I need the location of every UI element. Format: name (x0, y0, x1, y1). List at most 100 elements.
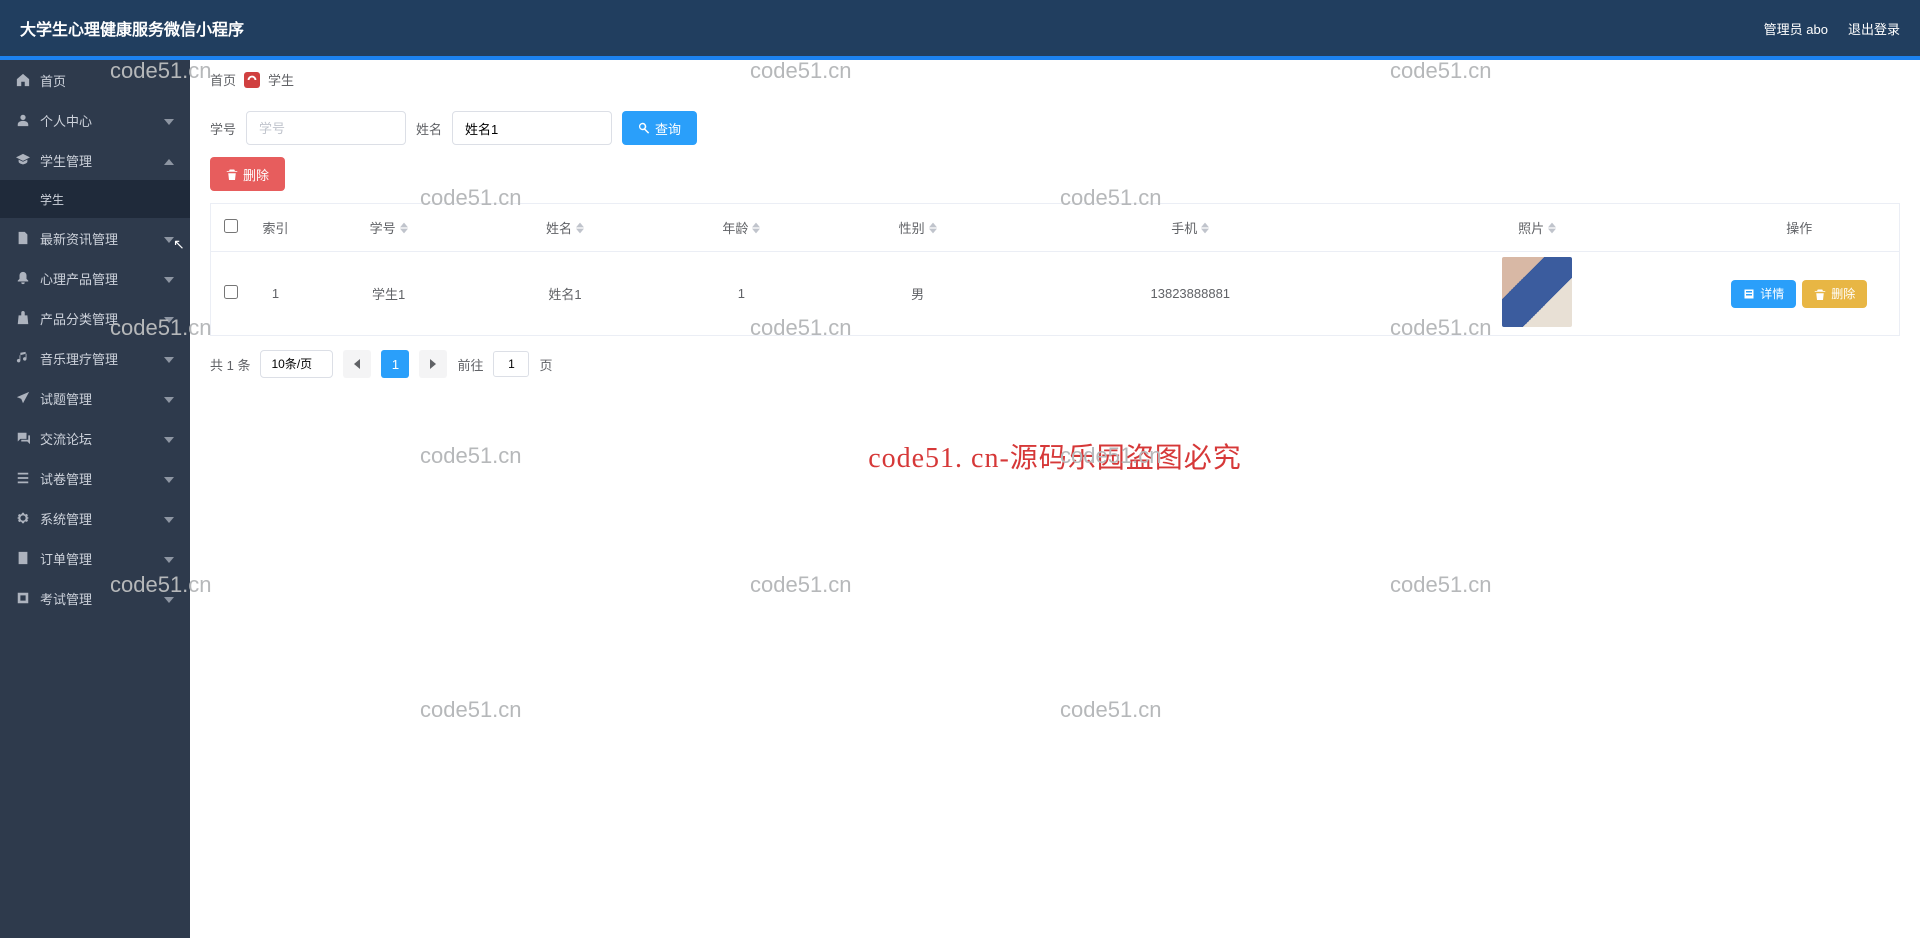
query-button[interactable]: 查询 (622, 111, 697, 145)
table-row: 1 学生1 姓名1 1 男 13823888881 详情 删除 (211, 252, 1900, 336)
batch-delete-button[interactable]: 删除 (210, 157, 285, 191)
sort-icon[interactable] (929, 222, 937, 234)
chevron-down-icon (164, 353, 174, 363)
chevron-down-icon (164, 313, 174, 323)
chevron-down-icon (164, 393, 174, 403)
bag-icon (16, 311, 30, 325)
chevron-down-icon (164, 513, 174, 523)
search-icon (638, 122, 650, 134)
sidebar-item-label: 心理产品管理 (40, 269, 118, 288)
sidebar-item-12[interactable]: 考试管理 (0, 578, 190, 618)
row-checkbox[interactable] (224, 285, 238, 299)
chevron-right-icon (428, 359, 438, 369)
plane-icon (16, 391, 30, 405)
chevron-left-icon (352, 359, 362, 369)
sidebar-item-label: 系统管理 (40, 509, 92, 528)
sort-icon[interactable] (752, 222, 760, 234)
grad-icon (16, 153, 30, 167)
th-age[interactable]: 年龄 (722, 218, 748, 237)
th-photo[interactable]: 照片 (1518, 218, 1544, 237)
th-gender[interactable]: 性别 (899, 218, 925, 237)
chevron-down-icon (164, 473, 174, 483)
th-sid[interactable]: 学号 (370, 218, 396, 237)
sidebar-item-label: 最新资讯管理 (40, 229, 118, 248)
sort-icon[interactable] (400, 222, 408, 234)
sidebar-item-3[interactable]: 最新资讯管理 (0, 218, 190, 258)
search-bar: 学号 姓名 查询 (190, 99, 1920, 157)
user-icon (16, 113, 30, 127)
row-delete-button[interactable]: 删除 (1802, 280, 1867, 308)
watermark-red: code51. cn-源码乐园盗图必究 (868, 436, 1242, 476)
chevron-down-icon (164, 273, 174, 283)
sort-icon[interactable] (1201, 222, 1209, 234)
bell-icon (16, 271, 30, 285)
select-all-checkbox[interactable] (224, 219, 238, 233)
sidebar-item-7[interactable]: 试题管理 (0, 378, 190, 418)
sidebar-item-label: 个人中心 (40, 111, 92, 130)
goto-input[interactable] (493, 351, 529, 377)
sidebar: 首页个人中心学生管理学生最新资讯管理心理产品管理产品分类管理音乐理疗管理试题管理… (0, 60, 190, 938)
detail-button[interactable]: 详情 (1731, 280, 1796, 308)
main-content: 首页 学生 学号 姓名 查询 删除 索引 学号 姓名 年龄 (190, 60, 1920, 938)
submenu-item[interactable]: 学生 (0, 180, 190, 218)
page-next-button[interactable] (419, 350, 447, 378)
cell-index: 1 (251, 252, 301, 336)
order-icon (16, 551, 30, 565)
page-size-select[interactable]: 10条/页 (260, 350, 333, 378)
admin-label[interactable]: 管理员 abo (1764, 19, 1828, 38)
sidebar-item-label: 订单管理 (40, 549, 92, 568)
search-input-name[interactable] (452, 111, 612, 145)
sidebar-item-label: 首页 (40, 71, 66, 90)
sidebar-item-label: 学生管理 (40, 151, 92, 170)
page-total: 共 1 条 (210, 355, 250, 374)
pagination: 共 1 条 10条/页 1 前往 页 (190, 336, 1920, 392)
cell-name: 姓名1 (477, 252, 653, 336)
sidebar-item-0[interactable]: 首页 (0, 60, 190, 100)
goto-label: 前往 (457, 355, 483, 374)
detail-icon (1743, 288, 1755, 300)
trash-icon (1814, 288, 1826, 300)
chevron-down-icon (164, 553, 174, 563)
cursor-icon: ↖ (173, 236, 185, 253)
sidebar-item-label: 考试管理 (40, 589, 92, 608)
th-name[interactable]: 姓名 (546, 218, 572, 237)
page-number-button[interactable]: 1 (381, 350, 409, 378)
data-table: 索引 学号 姓名 年龄 性别 手机 照片 操作 1 学生1 姓名1 1 男 (210, 203, 1900, 336)
music-icon (16, 351, 30, 365)
page-prev-button[interactable] (343, 350, 371, 378)
sort-icon[interactable] (576, 222, 584, 234)
system-icon (16, 511, 30, 525)
th-phone[interactable]: 手机 (1171, 218, 1197, 237)
app-header: 大学生心理健康服务微信小程序 管理员 abo 退出登录 (0, 0, 1920, 56)
forum-icon (16, 431, 30, 445)
sidebar-item-5[interactable]: 产品分类管理 (0, 298, 190, 338)
cell-sid: 学生1 (301, 252, 477, 336)
chevron-down-icon (164, 433, 174, 443)
cell-photo (1502, 257, 1572, 327)
sidebar-item-9[interactable]: 试卷管理 (0, 458, 190, 498)
app-title: 大学生心理健康服务微信小程序 (20, 16, 244, 40)
cell-age: 1 (653, 252, 829, 336)
doc-icon (16, 231, 30, 245)
search-input-sid[interactable] (246, 111, 406, 145)
sort-icon[interactable] (1548, 222, 1556, 234)
trash-icon (226, 168, 238, 180)
sidebar-item-8[interactable]: 交流论坛 (0, 418, 190, 458)
sidebar-item-4[interactable]: 心理产品管理 (0, 258, 190, 298)
sidebar-item-label: 交流论坛 (40, 429, 92, 448)
sidebar-item-label: 产品分类管理 (40, 309, 118, 328)
sidebar-item-10[interactable]: 系统管理 (0, 498, 190, 538)
cell-phone: 13823888881 (1006, 252, 1375, 336)
page-unit: 页 (539, 355, 552, 374)
sidebar-item-label: 音乐理疗管理 (40, 349, 118, 368)
sidebar-item-11[interactable]: 订单管理 (0, 538, 190, 578)
breadcrumb-home[interactable]: 首页 (210, 70, 236, 89)
exam-icon (16, 591, 30, 605)
sidebar-item-2[interactable]: 学生管理 (0, 140, 190, 180)
sidebar-item-1[interactable]: 个人中心 (0, 100, 190, 140)
cell-gender: 男 (829, 252, 1005, 336)
logout-link[interactable]: 退出登录 (1848, 19, 1900, 38)
th-op: 操作 (1786, 221, 1812, 236)
sidebar-item-6[interactable]: 音乐理疗管理 (0, 338, 190, 378)
sidebar-item-label: 试卷管理 (40, 469, 92, 488)
